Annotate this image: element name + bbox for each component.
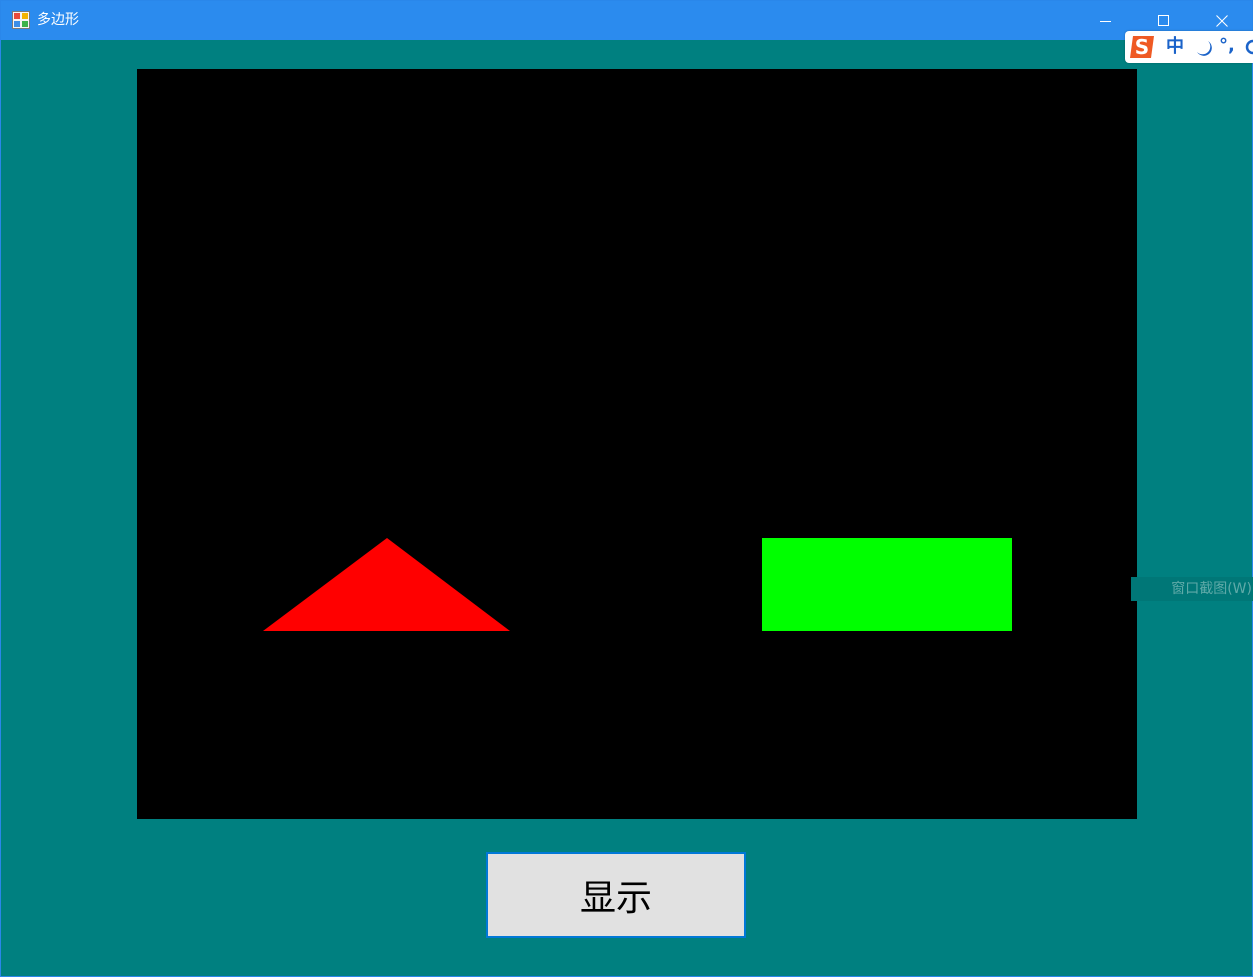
polygon-drawing — [263, 538, 1012, 631]
minimize-icon — [1100, 20, 1111, 22]
drawing-canvas — [137, 69, 1137, 819]
winforms-app-icon — [12, 11, 30, 29]
maximize-icon — [1158, 14, 1169, 26]
settings-circle-icon[interactable] — [1245, 39, 1253, 55]
ime-mode-label[interactable]: 中 — [1166, 36, 1184, 58]
show-button-label: 显示 — [579, 878, 652, 919]
red-triangle — [263, 538, 510, 631]
ime-punctuation-label[interactable]: °, — [1219, 35, 1235, 57]
svg-text:S: S — [1135, 35, 1149, 59]
half-width-moon-icon[interactable] — [1194, 38, 1214, 58]
sogou-s-icon[interactable]: S — [1127, 33, 1157, 61]
title-bar[interactable]: 多边形 — [1, 1, 1252, 40]
green-rectangle — [762, 538, 1012, 631]
ime-toolbar[interactable]: S 中 °, — [1125, 31, 1253, 63]
close-icon — [1216, 14, 1228, 27]
show-button[interactable]: 显示 — [486, 852, 746, 938]
window-title: 多边形 — [37, 12, 79, 28]
window-screenshot-tooltip: 窗口截图(W) — [1131, 577, 1253, 601]
main-window: 多边形 S 中 °, 窗口截图(W) 显示 — [0, 0, 1253, 977]
